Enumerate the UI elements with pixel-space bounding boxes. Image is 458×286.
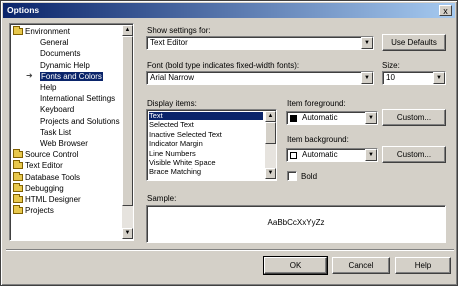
- arrow-right-icon: ➜: [26, 70, 33, 80]
- tree-item[interactable]: Help: [40, 82, 56, 93]
- folder-icon: [13, 205, 23, 215]
- scroll-thumb[interactable]: [265, 122, 276, 144]
- display-item[interactable]: Text: [149, 112, 263, 120]
- tree-item[interactable]: Projects: [13, 205, 54, 216]
- font-label: Font (bold type indicates fixed-width fo…: [147, 61, 300, 70]
- tree-item[interactable]: Keyboard: [40, 104, 74, 115]
- tree-item-label: Projects and Solutions: [40, 116, 120, 126]
- scroll-down-icon[interactable]: ▼: [265, 168, 276, 179]
- tree-item-label: Text Editor: [25, 161, 63, 171]
- display-items-label: Display items:: [147, 99, 197, 108]
- sample-text: AaBbCcXxYyZz: [267, 218, 325, 227]
- tree-item[interactable]: Documents: [40, 48, 80, 59]
- tree-item-label: Source Control: [25, 150, 79, 160]
- show-settings-value: Text Editor: [150, 38, 188, 47]
- size-label: Size:: [382, 61, 400, 70]
- options-dialog: Options x Environment General Documents Dyn…: [0, 0, 458, 286]
- folder-icon: [13, 160, 23, 170]
- tree-item[interactable]: Debugging: [13, 182, 64, 194]
- item-background-label: Item background:: [287, 135, 349, 144]
- tree-item-label: Projects: [25, 206, 54, 216]
- size-value: 10: [386, 73, 395, 82]
- folder-icon: [13, 171, 23, 181]
- tree-item-label: International Settings: [40, 94, 116, 104]
- display-item[interactable]: Inactive Selected Text: [149, 130, 222, 139]
- bold-label: Bold: [301, 172, 318, 181]
- tree-item-label: Debugging: [25, 183, 64, 193]
- scroll-thumb[interactable]: [122, 36, 133, 206]
- item-foreground-label: Item foreground:: [287, 99, 346, 108]
- folder-icon: [13, 26, 23, 35]
- title-bar: Options x: [3, 3, 455, 18]
- tree-item-label: Documents: [40, 49, 81, 59]
- tree-item[interactable]: Text Editor: [13, 160, 63, 171]
- options-tree[interactable]: Environment General Documents Dynamic Help F…: [9, 23, 134, 241]
- size-combo[interactable]: 10 ▼: [382, 71, 446, 85]
- tree-item-label: Database Tools: [25, 172, 80, 182]
- item-background-value: Automatic: [302, 150, 338, 159]
- folder-icon: [13, 182, 23, 192]
- scroll-up-icon[interactable]: ▲: [265, 111, 276, 122]
- cancel-button[interactable]: Cancel: [332, 257, 390, 274]
- scroll-down-icon[interactable]: ▼: [122, 228, 133, 239]
- tree-item[interactable]: Database Tools: [13, 171, 80, 183]
- show-settings-label: Show settings for:: [147, 26, 211, 35]
- show-settings-combo[interactable]: Text Editor ▼: [146, 36, 374, 50]
- tree-item[interactable]: Source Control: [13, 149, 78, 160]
- tree-item-label: HTML Designer: [25, 195, 81, 204]
- tree-scrollbar[interactable]: ▲ ▼: [122, 25, 133, 239]
- bold-checkbox[interactable]: [287, 171, 297, 181]
- close-icon: x: [443, 6, 448, 16]
- ok-button[interactable]: OK: [263, 256, 328, 275]
- window-title: Options: [7, 5, 40, 15]
- use-defaults-button[interactable]: Use Defaults: [382, 34, 446, 51]
- item-background-combo[interactable]: Automatic ▼: [286, 148, 378, 162]
- tree-item-label: Dynamic Help: [40, 60, 90, 70]
- scroll-up-icon[interactable]: ▲: [122, 25, 133, 36]
- display-items-scrollbar[interactable]: ▲ ▼: [265, 111, 276, 179]
- sample-label: Sample:: [147, 194, 177, 203]
- tree-item-label: Fonts and Colors: [40, 71, 103, 81]
- tree-item-label: Web Browser: [40, 139, 88, 148]
- tree-item[interactable]: General: [40, 37, 68, 48]
- item-foreground-combo[interactable]: Automatic ▼: [286, 111, 378, 125]
- separator: [6, 249, 454, 251]
- tree-item-label: Help: [40, 83, 57, 92]
- tree-item[interactable]: Task List: [40, 127, 71, 138]
- chevron-down-icon[interactable]: ▼: [361, 37, 373, 49]
- tree-item[interactable]: Web Browser: [40, 138, 88, 149]
- font-value: Arial Narrow: [150, 73, 195, 82]
- close-button[interactable]: x: [439, 5, 452, 16]
- foreground-swatch: [290, 115, 297, 122]
- display-item[interactable]: Indicator Margin: [149, 140, 203, 148]
- chevron-down-icon[interactable]: ▼: [365, 149, 377, 161]
- display-item[interactable]: Line Numbers: [149, 149, 196, 158]
- item-foreground-value: Automatic: [302, 113, 338, 122]
- tree-item-label: Task List: [40, 127, 72, 137]
- font-combo[interactable]: Arial Narrow ▼: [146, 71, 374, 85]
- tree-item[interactable]: International Settings: [40, 93, 115, 104]
- folder-icon: [13, 149, 23, 159]
- tree-item-label: Environment: [25, 27, 70, 36]
- display-item[interactable]: Visible White Space: [149, 159, 216, 167]
- custom-foreground-button[interactable]: Custom...: [382, 109, 446, 126]
- tree-item[interactable]: Environment: [13, 26, 70, 37]
- chevron-down-icon[interactable]: ▼: [433, 72, 445, 84]
- display-item[interactable]: Selected Text: [149, 121, 194, 129]
- display-items-list[interactable]: Text Selected Text Inactive Selected Text I…: [146, 109, 277, 181]
- tree-item-label: General: [40, 38, 69, 48]
- tree-item[interactable]: Projects and Solutions: [40, 116, 120, 127]
- help-button[interactable]: Help: [395, 257, 451, 274]
- custom-background-button[interactable]: Custom...: [382, 146, 446, 163]
- tree-item-label: Keyboard: [40, 105, 75, 115]
- tree-item[interactable]: HTML Designer: [13, 194, 81, 205]
- tree-item[interactable]: Dynamic Help: [40, 60, 90, 71]
- folder-icon: [13, 194, 23, 203]
- display-item[interactable]: Brace Matching: [149, 168, 201, 176]
- tree-item[interactable]: Fonts and Colors: [40, 71, 103, 82]
- chevron-down-icon[interactable]: ▼: [365, 112, 377, 124]
- chevron-down-icon[interactable]: ▼: [361, 72, 373, 84]
- sample-preview: AaBbCcXxYyZz: [146, 205, 446, 243]
- background-swatch: [290, 152, 297, 159]
